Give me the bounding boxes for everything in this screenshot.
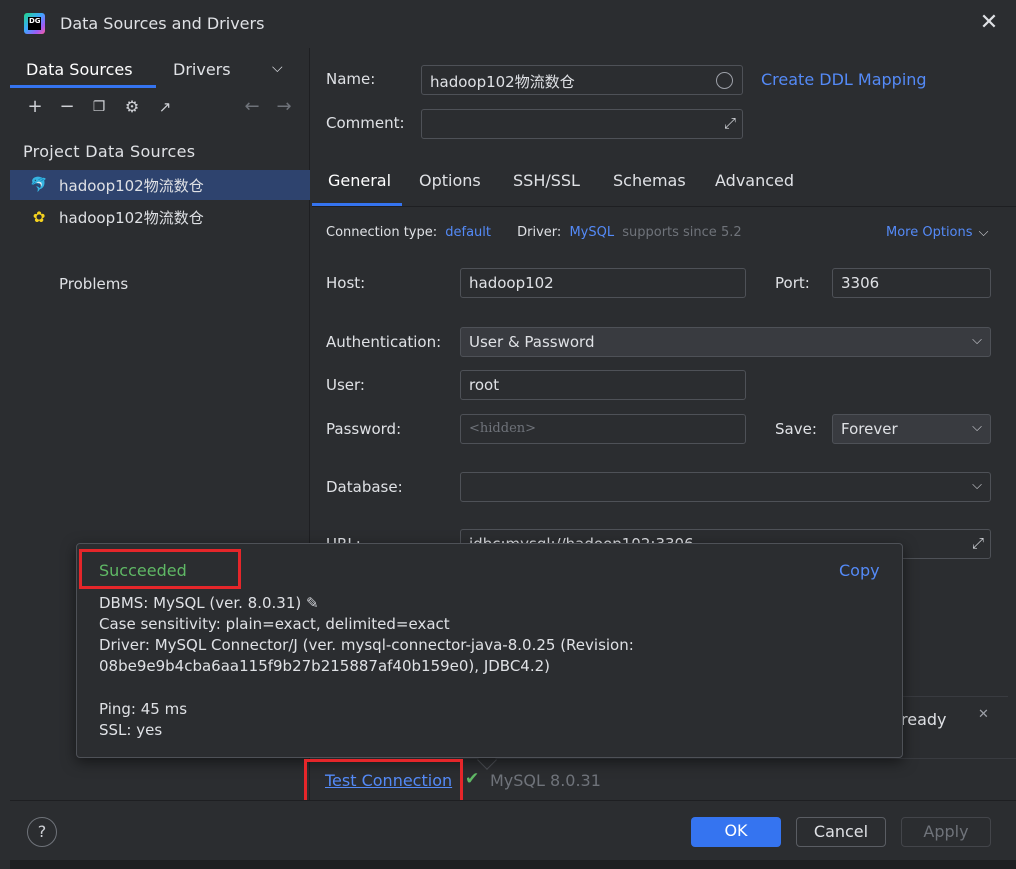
port-value: 3306: [841, 274, 880, 292]
driver-line-continued: 08be9e9b4cba6aa115f9b27b215887af40b159e0…: [99, 657, 551, 675]
connection-type-label: Connection type:: [326, 225, 438, 240]
host-label: Host:: [326, 274, 366, 292]
save-select[interactable]: Forever ⌵: [832, 414, 991, 444]
more-options-label: More Options: [886, 225, 973, 240]
database-select[interactable]: ⌵: [460, 472, 991, 502]
tab-selected-underline: [10, 85, 156, 88]
data-source-label: hadoop102物流数仓: [59, 177, 204, 195]
hive-bee-icon: ✿: [32, 208, 46, 226]
comment-field[interactable]: ⤢: [421, 109, 743, 139]
close-icon[interactable]: ✕: [978, 12, 1000, 34]
connection-result-popup: Succeeded Copy DBMS: MySQL (ver. 8.0.31)…: [76, 543, 903, 758]
database-label: Database:: [326, 478, 403, 496]
window-left-edge: [0, 0, 10, 869]
left-toolbar: + − ❐ ⚙ ↗ ← →: [10, 96, 310, 122]
problems-item[interactable]: Problems: [59, 275, 128, 293]
pencil-icon[interactable]: ✎: [306, 594, 319, 612]
test-result-text: MySQL 8.0.31: [490, 771, 601, 790]
back-arrow-icon[interactable]: ←: [241, 96, 263, 118]
expand-icon[interactable]: ⤢: [724, 114, 736, 132]
tab-drivers[interactable]: Drivers: [173, 60, 231, 79]
dbms-line: DBMS: MySQL (ver. 8.0.31) ✎: [99, 594, 319, 612]
color-picker-icon[interactable]: [716, 72, 733, 89]
highlight-box: [79, 549, 241, 589]
name-value: hadoop102物流数仓: [430, 73, 575, 91]
tabs-divider: [312, 206, 1016, 207]
chevron-down-icon: ⌵: [972, 420, 982, 435]
project-data-sources-header: Project Data Sources: [23, 142, 196, 161]
create-ddl-mapping-link[interactable]: Create DDL Mapping: [761, 70, 927, 89]
tab-ssh-ssl[interactable]: SSH/SSL: [513, 171, 580, 190]
authentication-label: Authentication:: [326, 333, 442, 351]
data-source-item[interactable]: 🐬 hadoop102物流数仓: [10, 170, 310, 200]
connection-type-value[interactable]: default: [445, 225, 491, 240]
authentication-value: User & Password: [469, 333, 595, 351]
duplicate-icon[interactable]: ❐: [88, 96, 110, 118]
port-input[interactable]: 3306: [832, 268, 991, 298]
tab-data-sources[interactable]: Data Sources: [26, 60, 133, 79]
copy-button[interactable]: Copy: [839, 561, 880, 580]
window-title: Data Sources and Drivers: [60, 14, 265, 33]
password-input[interactable]: <hidden>: [460, 414, 746, 444]
connection-type-row: Connection type: default Driver: MySQL s…: [326, 225, 742, 240]
driver-note: supports since 5.2: [622, 225, 742, 240]
password-label: Password:: [326, 420, 402, 438]
chevron-down-icon: ⌵: [978, 225, 989, 240]
authentication-select[interactable]: User & Password ⌵: [460, 327, 991, 357]
dbms-text: DBMS: MySQL (ver. 8.0.31): [99, 594, 302, 612]
data-source-label: hadoop102物流数仓: [59, 209, 204, 227]
chevron-down-icon: ⌵: [972, 478, 982, 493]
tab-options[interactable]: Options: [419, 171, 481, 190]
add-icon[interactable]: +: [24, 96, 46, 118]
password-placeholder: <hidden>: [469, 421, 537, 436]
status-notification: ready ✕: [901, 696, 1008, 758]
ping-line: Ping: 45 ms: [99, 700, 188, 718]
name-label: Name:: [326, 70, 376, 88]
forward-arrow-icon[interactable]: →: [273, 96, 295, 118]
apply-button[interactable]: Apply: [901, 817, 991, 847]
gear-icon[interactable]: ⚙: [121, 96, 143, 118]
more-options-link[interactable]: More Options ⌵: [886, 225, 989, 240]
user-label: User:: [326, 376, 365, 394]
mysql-dolphin-icon: 🐬: [30, 177, 48, 193]
remove-icon[interactable]: −: [56, 96, 78, 118]
cancel-button[interactable]: Cancel: [796, 817, 886, 847]
host-value: hadoop102: [469, 274, 554, 292]
title-bar: DG Data Sources and Drivers ✕: [0, 0, 1016, 48]
help-button[interactable]: ?: [27, 817, 57, 847]
checkmark-icon: ✔: [465, 769, 480, 789]
tab-advanced[interactable]: Advanced: [715, 171, 794, 190]
save-value: Forever: [841, 420, 898, 438]
ssl-line: SSL: yes: [99, 721, 163, 739]
chevron-down-icon[interactable]: ⌵: [272, 60, 283, 76]
driver-label: Driver:: [517, 225, 562, 240]
tab-general[interactable]: General: [328, 171, 391, 190]
close-icon[interactable]: ✕: [978, 707, 989, 722]
window-bottom-edge: [0, 860, 1016, 869]
user-input[interactable]: root: [460, 370, 746, 400]
status-fragment: ready: [901, 710, 947, 729]
chevron-down-icon: ⌵: [972, 333, 982, 348]
name-field[interactable]: hadoop102物流数仓: [421, 65, 743, 95]
datagrip-logo-icon: DG: [24, 13, 45, 34]
user-value: root: [469, 376, 500, 394]
open-external-icon[interactable]: ↗: [154, 96, 176, 118]
ok-button[interactable]: OK: [691, 817, 781, 847]
driver-line: Driver: MySQL Connector/J (ver. mysql-co…: [99, 636, 634, 654]
expand-icon[interactable]: ⤢: [972, 534, 984, 552]
save-label: Save:: [775, 420, 817, 438]
comment-label: Comment:: [326, 114, 405, 132]
case-sensitivity-line: Case sensitivity: plain=exact, delimited…: [99, 615, 450, 633]
tab-schemas[interactable]: Schemas: [613, 171, 686, 190]
port-label: Port:: [775, 274, 810, 292]
data-source-item[interactable]: ✿ hadoop102物流数仓: [10, 202, 310, 232]
host-input[interactable]: hadoop102: [460, 268, 746, 298]
driver-value[interactable]: MySQL: [569, 225, 614, 240]
logo-text: DG: [28, 17, 41, 30]
